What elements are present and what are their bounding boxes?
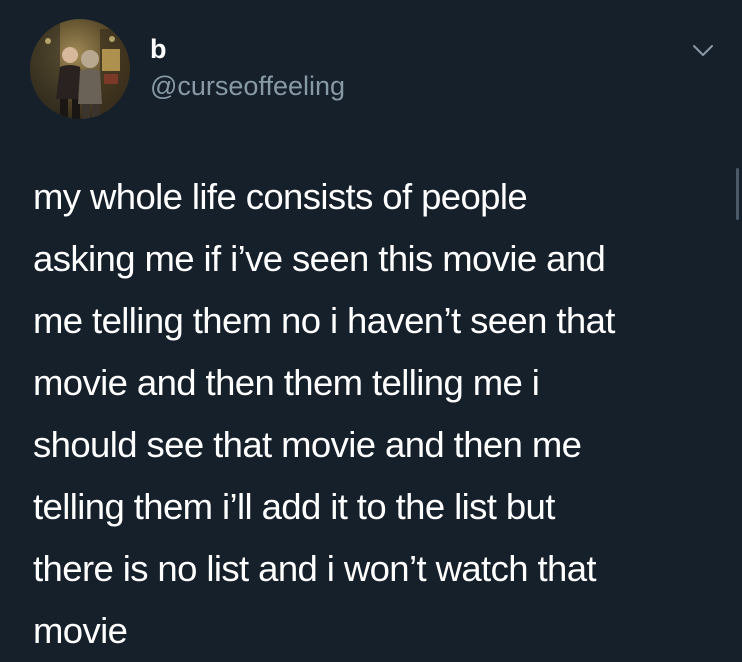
tweet-text-line: my whole life consists of people bbox=[33, 176, 528, 217]
chevron-down-icon[interactable] bbox=[688, 36, 718, 66]
tweet-text-line: me telling them no i haven’t seen that bbox=[33, 300, 615, 341]
tweet-text: my whole life consists of people asking … bbox=[33, 166, 713, 662]
tweet-card: b @curseoffeeling my whole life consists… bbox=[0, 0, 742, 659]
author-handle[interactable]: @curseoffeeling bbox=[150, 70, 345, 102]
tweet-text-line: there is no list and i won’t watch that bbox=[33, 548, 597, 589]
avatar[interactable] bbox=[30, 19, 130, 119]
tweet-text-line: telling them i’ll add it to the list but bbox=[33, 486, 555, 527]
scrollbar[interactable] bbox=[736, 168, 739, 220]
author-display-name[interactable]: b bbox=[150, 34, 167, 64]
tweet-text-line: should see that movie and then me bbox=[33, 424, 582, 465]
tweet-text-line: movie and then them telling me i bbox=[33, 362, 540, 403]
avatar-photo bbox=[30, 19, 130, 119]
tweet-text-line: movie bbox=[33, 610, 128, 651]
tweet-text-line: asking me if i’ve seen this movie and bbox=[33, 238, 606, 279]
